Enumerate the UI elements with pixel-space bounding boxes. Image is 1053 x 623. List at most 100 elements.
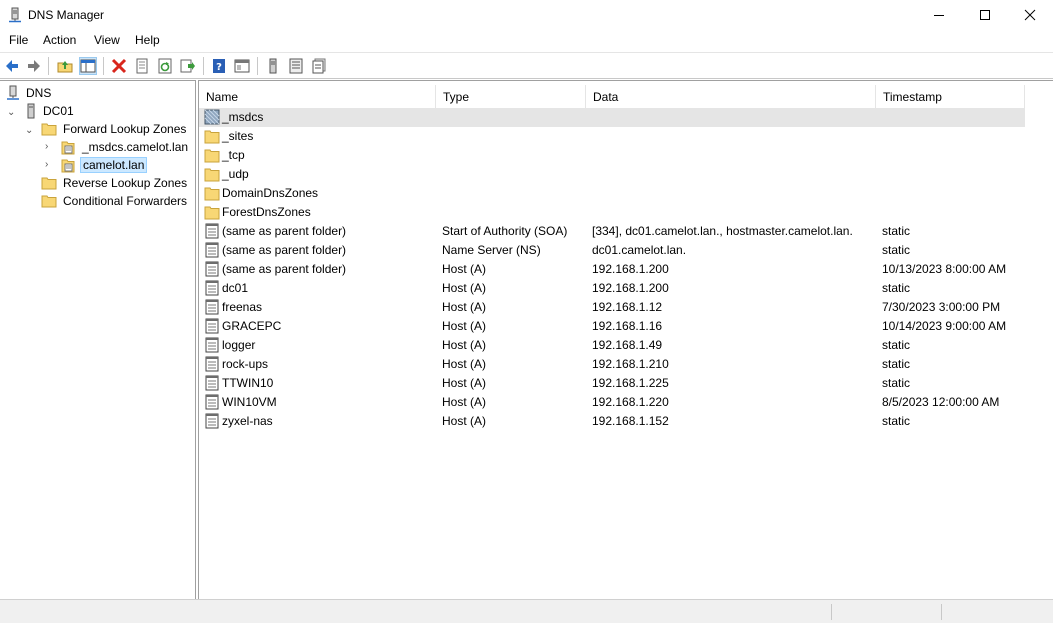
column-header-timestamp[interactable]: Timestamp — [876, 85, 1025, 109]
chevron-down-icon[interactable]: ⌄ — [7, 108, 17, 118]
show-hide-console-tree-button[interactable] — [79, 57, 97, 75]
tree-node-reverse-lookup-zones[interactable]: Reverse Lookup Zones — [41, 174, 189, 192]
help-button[interactable]: ? — [210, 57, 228, 75]
maximize-button[interactable] — [962, 0, 1008, 30]
cell-name: zyxel-nas — [222, 414, 273, 428]
table-row[interactable]: ForestDnsZones — [199, 203, 1025, 222]
detail-view-button[interactable] — [310, 57, 328, 75]
forward-button[interactable] — [25, 57, 43, 75]
delete-button[interactable] — [110, 57, 128, 75]
table-row[interactable]: _sites — [199, 127, 1025, 146]
cell-name: _sites — [222, 129, 254, 143]
record-icon — [205, 261, 219, 277]
cell-data: 192.168.1.12 — [592, 300, 663, 314]
menu-action[interactable]: Action — [43, 33, 76, 47]
cell-type: Host (A) — [442, 395, 487, 409]
table-row[interactable]: (same as parent folder) Host (A) 192.168.1… — [199, 260, 1025, 279]
dns-manager-app-icon — [9, 7, 21, 23]
table-row[interactable]: dc01 Host (A) 192.168.1.200 static — [199, 279, 1025, 298]
cell-name: _tcp — [222, 148, 245, 162]
console-view-button[interactable] — [233, 57, 251, 75]
folder-icon — [41, 195, 57, 208]
column-header-data[interactable]: Data — [586, 85, 876, 109]
cell-type: Host (A) — [442, 319, 487, 333]
tree-node-dns[interactable]: DNS — [6, 84, 53, 102]
cell-type: Name Server (NS) — [442, 243, 541, 257]
table-row[interactable]: (same as parent folder) Name Server (NS) d… — [199, 241, 1025, 260]
console-tree: DNS ⌄ DC01 ⌄ Forward Lookup Zones › _msd… — [0, 80, 196, 599]
record-icon — [205, 223, 219, 239]
cell-type: Start of Authority (SOA) — [442, 224, 568, 238]
back-button[interactable] — [3, 57, 21, 75]
column-header-type[interactable]: Type — [436, 85, 586, 109]
list-view-button[interactable] — [287, 57, 305, 75]
table-row[interactable]: logger Host (A) 192.168.1.49 static — [199, 336, 1025, 355]
up-folder-icon — [57, 61, 73, 73]
cell-timestamp: 10/14/2023 9:00:00 AM — [882, 319, 1007, 333]
close-button[interactable] — [1007, 0, 1053, 30]
table-row[interactable]: _msdcs — [199, 108, 1025, 127]
cell-name: freenas — [222, 300, 263, 314]
up-one-level-button[interactable] — [56, 57, 74, 75]
cell-data: 192.168.1.200 — [592, 262, 669, 276]
record-icon — [205, 299, 219, 315]
column-header-name[interactable]: Name — [199, 85, 436, 109]
cell-timestamp: static — [882, 243, 911, 257]
table-row[interactable]: freenas Host (A) 192.168.1.12 7/30/2023 3:0… — [199, 298, 1025, 317]
table-row[interactable]: DomainDnsZones — [199, 184, 1025, 203]
export-list-button[interactable] — [179, 57, 197, 75]
forward-icon — [28, 60, 40, 72]
server-icon — [27, 103, 35, 119]
help-icon: ? — [213, 59, 225, 73]
tree-label-msdcs-zone: _msdcs.camelot.lan — [82, 140, 189, 154]
properties-button[interactable] — [133, 57, 151, 75]
cell-type: Host (A) — [442, 300, 487, 314]
zone-icon — [61, 141, 75, 155]
table-row[interactable]: GRACEPC Host (A) 192.168.1.16 10/14/2023 9:… — [199, 317, 1025, 336]
table-row[interactable]: zyxel-nas Host (A) 192.168.1.152 static — [199, 412, 1025, 431]
cell-data: 192.168.1.225 — [592, 376, 669, 390]
chevron-down-icon[interactable]: ⌄ — [25, 126, 35, 136]
tree-node-forward-lookup-zones[interactable]: Forward Lookup Zones — [41, 120, 188, 138]
toolbar: ? — [0, 52, 1053, 79]
record-icon — [205, 280, 219, 296]
cell-name: GRACEPC — [222, 319, 282, 333]
menu-file[interactable]: File — [9, 33, 28, 47]
cell-name: _msdcs — [222, 110, 264, 124]
tree-node-dc01[interactable]: DC01 — [25, 102, 76, 120]
table-row[interactable]: (same as parent folder) Start of Authorit… — [199, 222, 1025, 241]
cell-name: ForestDnsZones — [222, 205, 311, 219]
chevron-right-icon[interactable]: › — [45, 160, 55, 170]
cell-data: dc01.camelot.lan. — [592, 243, 687, 257]
table-row[interactable]: rock-ups Host (A) 192.168.1.210 static — [199, 355, 1025, 374]
svg-text:?: ? — [216, 62, 222, 73]
folder-icon — [204, 130, 220, 144]
table-row[interactable]: _tcp — [199, 146, 1025, 165]
cell-name: (same as parent folder) — [222, 224, 347, 238]
tree-label-dns: DNS — [26, 86, 52, 100]
menu-help[interactable]: Help — [135, 33, 160, 47]
server-icon — [269, 58, 277, 74]
server-button[interactable] — [264, 57, 282, 75]
table-row[interactable]: WIN10VM Host (A) 192.168.1.220 8/5/2023 12:… — [199, 393, 1025, 412]
toolbar-separator — [203, 57, 204, 75]
cell-data: 192.168.1.49 — [592, 338, 663, 352]
refresh-button[interactable] — [156, 57, 174, 75]
minimize-button[interactable] — [916, 0, 962, 30]
cell-data: 192.168.1.16 — [592, 319, 663, 333]
cell-data: 192.168.1.152 — [592, 414, 669, 428]
chevron-right-icon[interactable]: › — [45, 142, 55, 152]
cell-timestamp: static — [882, 281, 911, 295]
menu-view[interactable]: View — [94, 33, 120, 47]
table-row[interactable]: TTWIN10 Host (A) 192.168.1.225 static — [199, 374, 1025, 393]
table-row[interactable]: _udp — [199, 165, 1025, 184]
cell-data: [334], dc01.camelot.lan., hostmaster.cam… — [592, 224, 853, 238]
tree-node-camelot-zone[interactable]: camelot.lan — [60, 156, 148, 174]
status-divider — [941, 604, 942, 620]
console-view-icon — [234, 59, 250, 73]
properties-icon — [136, 58, 148, 74]
toolbar-separator — [257, 57, 258, 75]
tree-node-conditional-forwarders[interactable]: Conditional Forwarders — [41, 192, 189, 210]
tree-node-msdcs-zone[interactable]: _msdcs.camelot.lan — [60, 138, 190, 156]
window-title: DNS Manager — [28, 8, 105, 22]
